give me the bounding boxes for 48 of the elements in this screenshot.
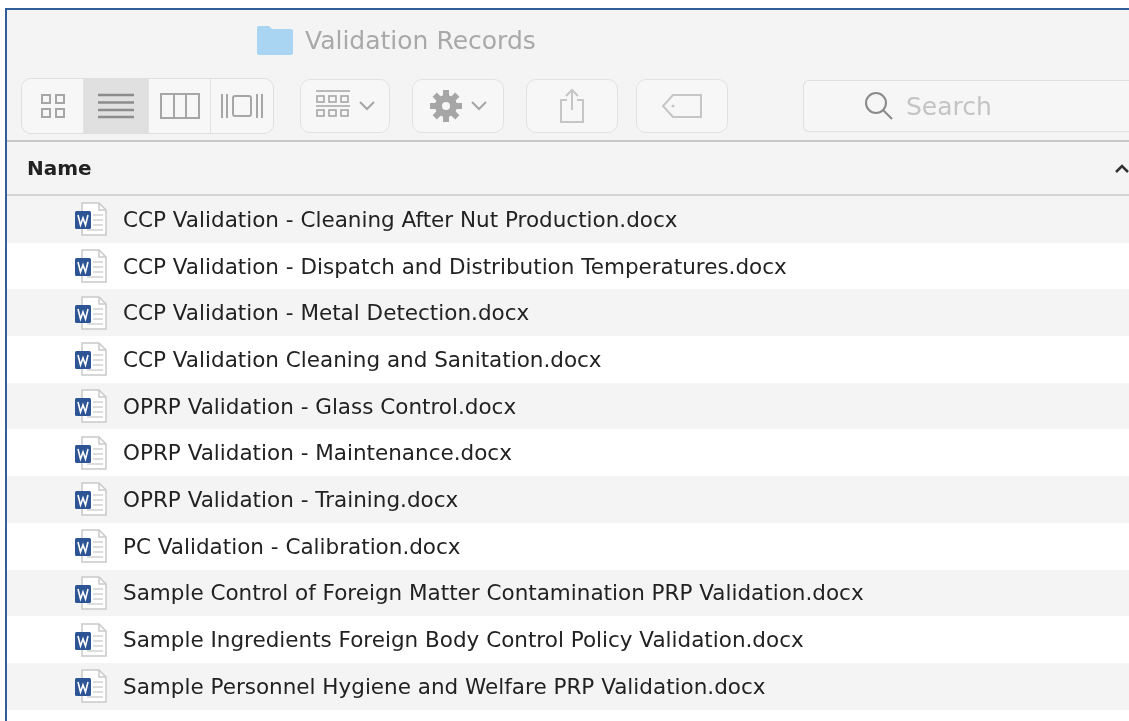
word-document-icon (73, 668, 109, 705)
word-document-icon (73, 621, 109, 658)
folder-icon (257, 25, 293, 55)
file-name: Sample Personnel Hygiene and Welfare PRP Validation.docx (123, 673, 766, 699)
column-view-icon (159, 93, 200, 119)
file-name: CCP Validation Cleaning and Sanitation.docx (123, 346, 602, 372)
file-row[interactable]: OPRP Validation - Glass Control.docx (7, 382, 1129, 430)
view-mode-button[interactable] (22, 79, 84, 133)
file-name: OPRP Validation - Glass Control.docx (123, 393, 517, 419)
file-name: OPRP Validation - Training.docx (123, 486, 459, 512)
column-header[interactable]: Name (7, 142, 1129, 196)
word-document-icon (73, 481, 109, 518)
view-mode-button[interactable] (84, 79, 149, 133)
chevron-down-icon (359, 101, 375, 111)
list-view-icon (98, 93, 134, 119)
gallery-view-icon (220, 93, 264, 119)
file-name: PC Validation - Calibration.docx (123, 533, 461, 559)
file-name: Sample Ingredients Foreign Body Control Policy Validation.docx (123, 627, 804, 653)
file-row[interactable]: CCP Validation - Cleaning After Nut Production.docx (7, 196, 1129, 243)
word-document-icon (73, 201, 109, 238)
chevron-down-icon (471, 101, 487, 111)
word-document-icon (73, 574, 109, 611)
word-document-icon (73, 434, 109, 471)
file-row[interactable]: Sample Personnel Hygiene and Welfare PRP Validation.docx (7, 662, 1129, 710)
action-button[interactable] (412, 79, 504, 133)
share-button[interactable] (526, 79, 618, 133)
tag-icon (661, 93, 703, 119)
search-icon (864, 91, 894, 121)
file-name: CCP Validation - Cleaning After Nut Production.docx (123, 206, 678, 232)
file-row[interactable]: OPRP Validation - Training.docx (7, 476, 1129, 523)
arrange-button[interactable] (300, 79, 390, 133)
share-icon (558, 88, 586, 124)
icon-view-icon (39, 93, 66, 119)
word-document-icon (73, 248, 109, 285)
tags-button[interactable] (636, 79, 728, 133)
word-document-icon (73, 341, 109, 378)
settings-icon (429, 89, 463, 123)
file-name: OPRP Validation - Maintenance.docx (123, 440, 512, 466)
file-name: Sample Control of Foreign Matter Contamination PRP Validation.docx (123, 580, 864, 606)
word-document-icon (73, 294, 109, 331)
column-label: Name (27, 156, 92, 180)
file-name: CCP Validation - Dispatch and Distribution Temperatures.docx (123, 253, 787, 279)
word-document-icon (73, 528, 109, 565)
word-document-icon (73, 388, 109, 425)
file-row[interactable]: CCP Validation - Metal Detection.docx (7, 289, 1129, 337)
window-title: Validation Records (305, 25, 536, 55)
file-row[interactable]: Sample Control of Foreign Matter Contamination PRP Validation.docx (7, 569, 1129, 617)
file-name: CCP Validation - Metal Detection.docx (123, 300, 530, 326)
